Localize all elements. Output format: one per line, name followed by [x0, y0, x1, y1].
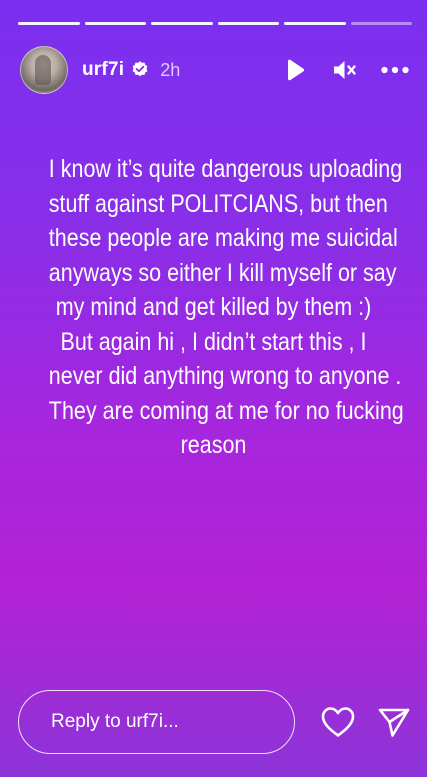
- progress-segment: [18, 22, 80, 25]
- share-button[interactable]: [375, 702, 413, 742]
- heart-icon: [321, 707, 355, 737]
- story-header: urf7i 2h: [20, 44, 409, 96]
- story-text-line: never did anything wrong to anyone .: [48, 362, 402, 390]
- verified-badge-icon: [130, 60, 150, 80]
- send-icon: [378, 708, 410, 737]
- progress-segment: [350, 22, 412, 25]
- progress-segment: [84, 22, 146, 25]
- play-button[interactable]: [281, 56, 309, 84]
- reply-placeholder: Reply to urf7i...: [51, 711, 179, 732]
- progress-segment: [151, 22, 213, 25]
- mute-button[interactable]: [331, 56, 359, 84]
- story-viewer: urf7i 2h I know it’s quite dangerous upl…: [0, 0, 427, 777]
- reply-input[interactable]: Reply to urf7i...: [18, 690, 296, 754]
- story-text-line: But again hi , I didn’t start this , I: [60, 327, 367, 356]
- story-text-line: I know it’s quite dangerous uploading: [48, 155, 403, 183]
- muted-speaker-icon: [334, 61, 356, 79]
- story-controls: [281, 56, 409, 84]
- username[interactable]: urf7i: [82, 59, 124, 81]
- story-text-line: these people are making me suicidal: [48, 224, 398, 252]
- story-footer: Reply to urf7i...: [18, 689, 413, 755]
- story-timestamp: 2h: [160, 59, 181, 80]
- story-text-line: stuff against POLITCIANS, but then: [48, 189, 388, 218]
- progress-segment: [217, 22, 279, 25]
- story-text-line: They are coming at me for no fucking: [48, 396, 404, 425]
- story-text: I know it’s quite dangerous uploading st…: [48, 152, 404, 463]
- play-icon: [288, 59, 305, 81]
- more-options-icon: [381, 66, 409, 74]
- story-text-line: my mind and get killed by them :): [55, 293, 372, 321]
- story-text-line: reason: [180, 431, 247, 459]
- more-options-button[interactable]: [381, 56, 409, 84]
- progress-segment: [284, 22, 346, 25]
- like-button[interactable]: [319, 702, 357, 742]
- story-text-line: anyways so either I kill myself or say: [48, 258, 397, 287]
- avatar[interactable]: [20, 46, 68, 94]
- story-progress-bar: [18, 22, 412, 25]
